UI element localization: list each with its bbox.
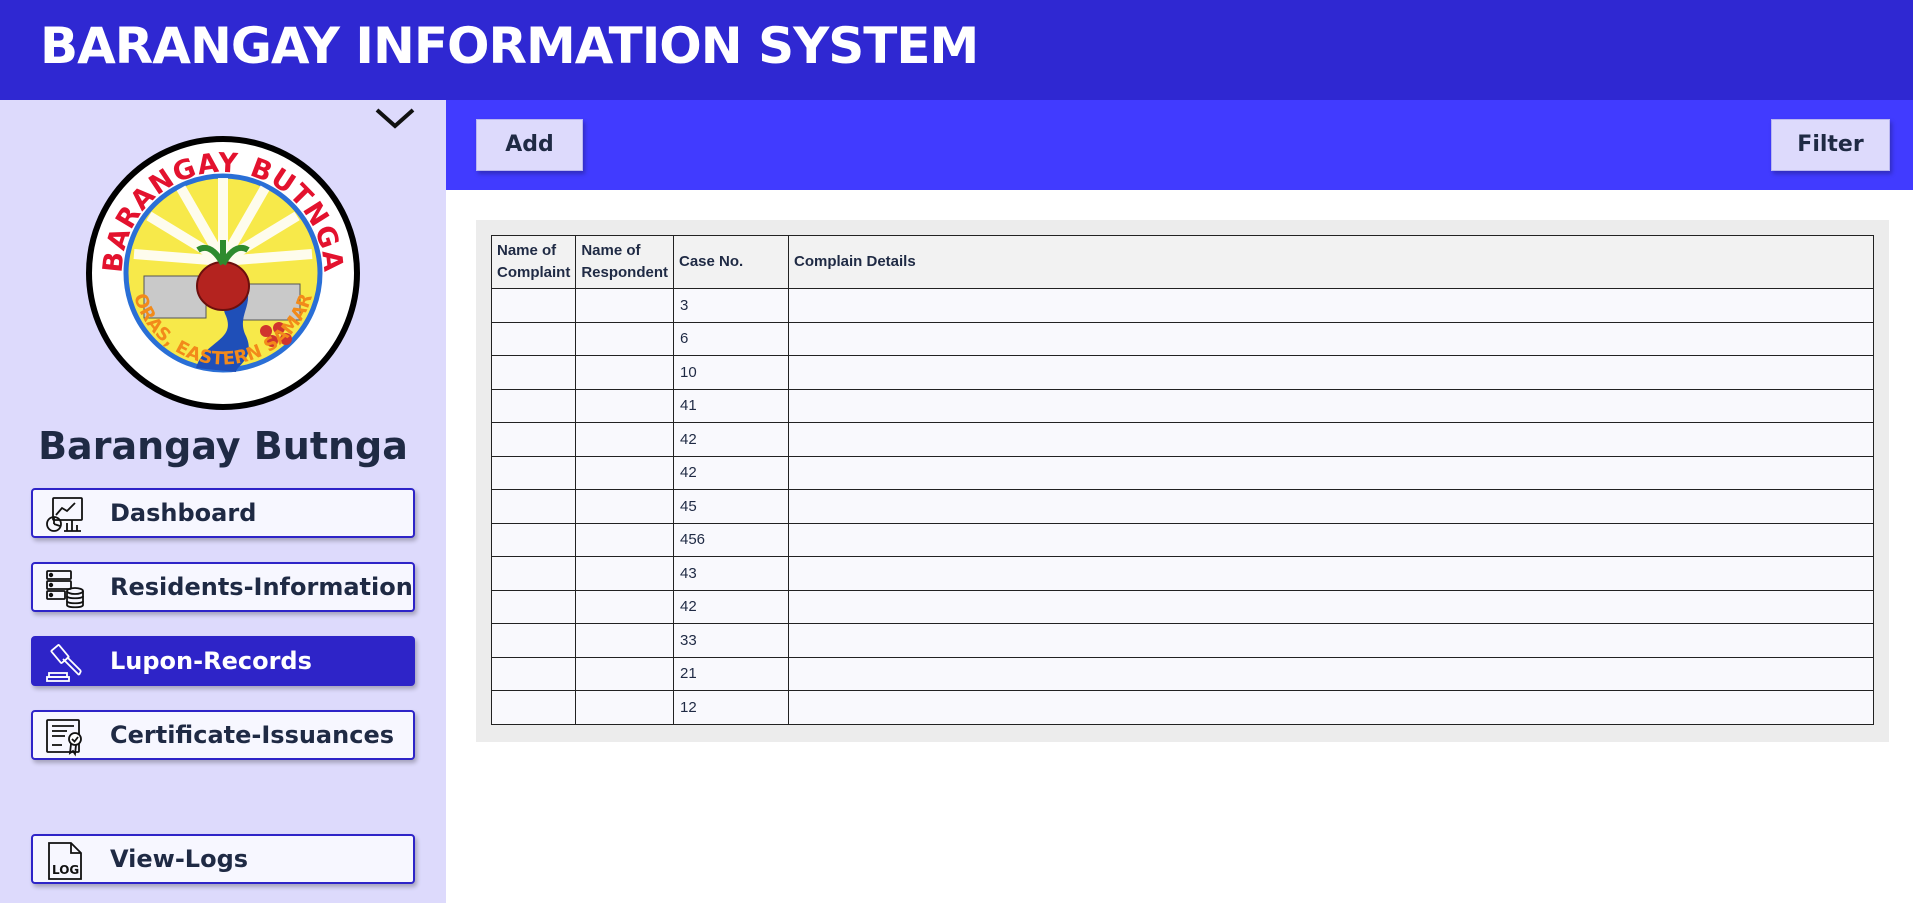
cell-complain-details <box>787 422 1875 457</box>
cell-name-of-respondent <box>575 690 674 725</box>
nav-lupon-records[interactable]: Lupon-Records <box>31 636 415 686</box>
nav-label: View-Logs <box>110 845 249 873</box>
cell-name-of-complaint <box>490 522 577 557</box>
cell-name-of-respondent <box>575 288 674 323</box>
cell-case-no: 33 <box>672 623 789 658</box>
cell-name-of-respondent <box>575 489 674 524</box>
toolbar: Add Filter <box>446 100 1913 190</box>
table-row[interactable]: 42 <box>490 422 1875 457</box>
column-header-name-of-complaint[interactable]: Name of Complaint <box>490 235 577 289</box>
table-row[interactable]: 21 <box>490 656 1875 691</box>
cell-complain-details <box>787 589 1875 624</box>
table-row[interactable]: 12 <box>490 690 1875 725</box>
table-row[interactable]: 42 <box>490 589 1875 624</box>
barangay-name: Barangay Butnga <box>38 424 408 468</box>
cell-case-no: 41 <box>672 388 789 423</box>
add-button[interactable]: Add <box>476 119 583 171</box>
cell-name-of-respondent <box>575 556 674 591</box>
cell-name-of-respondent <box>575 422 674 457</box>
cell-name-of-complaint <box>490 355 577 390</box>
table-header-row: Name of Complaint Name of Respondent Cas… <box>490 235 1875 289</box>
barangay-logo: BARANGAY BUTNGA ORAS, EASTERN SAMAR <box>86 136 360 410</box>
svg-text:LOG: LOG <box>52 863 79 877</box>
table-row[interactable]: 33 <box>490 623 1875 658</box>
cell-complain-details <box>787 556 1875 591</box>
cell-case-no: 43 <box>672 556 789 591</box>
cell-name-of-complaint <box>490 288 577 323</box>
column-header-name-of-respondent[interactable]: Name of Respondent <box>575 235 674 289</box>
cell-complain-details <box>787 455 1875 490</box>
app-title: BARANGAY INFORMATION SYSTEM <box>40 17 979 75</box>
nav-label: Certificate-Issuances <box>110 721 395 749</box>
cell-name-of-complaint <box>490 455 577 490</box>
chevron-down-icon[interactable] <box>374 104 416 132</box>
cell-name-of-complaint <box>490 556 577 591</box>
cell-case-no: 42 <box>672 455 789 490</box>
cell-name-of-respondent <box>575 623 674 658</box>
column-header-case-no[interactable]: Case No. <box>672 235 789 289</box>
cell-complain-details <box>787 522 1875 557</box>
cell-case-no: 6 <box>672 321 789 356</box>
cell-name-of-respondent <box>575 589 674 624</box>
cell-name-of-respondent <box>575 388 674 423</box>
cell-name-of-complaint <box>490 623 577 658</box>
cell-name-of-respondent <box>575 321 674 356</box>
cell-complain-details <box>787 623 1875 658</box>
cell-name-of-complaint <box>490 489 577 524</box>
nav-label: Dashboard <box>110 499 257 527</box>
cell-case-no: 3 <box>672 288 789 323</box>
gavel-icon <box>45 643 85 683</box>
cell-name-of-respondent <box>575 355 674 390</box>
table-row[interactable]: 10 <box>490 355 1875 390</box>
table-row[interactable]: 42 <box>490 455 1875 490</box>
filter-button[interactable]: Filter <box>1771 119 1890 171</box>
cell-case-no: 42 <box>672 589 789 624</box>
table-row[interactable]: 45 <box>490 489 1875 524</box>
cell-name-of-complaint <box>490 422 577 457</box>
database-icon <box>45 569 85 609</box>
cell-complain-details <box>787 656 1875 691</box>
nav-dashboard[interactable]: Dashboard <box>31 488 415 538</box>
log-file-icon: LOG <box>45 841 85 881</box>
cell-case-no: 456 <box>672 522 789 557</box>
table-row[interactable]: 6 <box>490 321 1875 356</box>
cell-name-of-complaint <box>490 388 577 423</box>
cell-name-of-complaint <box>490 690 577 725</box>
column-header-complain-details[interactable]: Complain Details <box>787 235 1875 289</box>
table-row[interactable]: 41 <box>490 388 1875 423</box>
cell-name-of-respondent <box>575 656 674 691</box>
nav-label: Lupon-Records <box>110 647 312 675</box>
cell-case-no: 45 <box>672 489 789 524</box>
cell-complain-details <box>787 690 1875 725</box>
cell-case-no: 42 <box>672 422 789 457</box>
cell-name-of-complaint <box>490 321 577 356</box>
nav-label: Residents-Information <box>110 573 413 601</box>
cell-complain-details <box>787 321 1875 356</box>
cell-name-of-respondent <box>575 455 674 490</box>
cell-case-no: 12 <box>672 690 789 725</box>
lupon-records-table: Name of Complaint Name of Respondent Cas… <box>490 235 1875 725</box>
nav-residents-information[interactable]: Residents-Information <box>31 562 415 612</box>
nav-view-logs[interactable]: LOG View-Logs <box>31 834 415 884</box>
dashboard-icon <box>45 495 85 535</box>
nav-certificate-issuances[interactable]: Certificate-Issuances <box>31 710 415 760</box>
cell-name-of-respondent <box>575 522 674 557</box>
table-row[interactable]: 43 <box>490 556 1875 591</box>
cell-complain-details <box>787 288 1875 323</box>
cell-complain-details <box>787 489 1875 524</box>
records-table-panel: Name of Complaint Name of Respondent Cas… <box>476 220 1889 742</box>
cell-complain-details <box>787 388 1875 423</box>
cell-complain-details <box>787 355 1875 390</box>
cell-name-of-complaint <box>490 656 577 691</box>
certificate-icon <box>45 717 85 757</box>
table-row[interactable]: 3 <box>490 288 1875 323</box>
cell-case-no: 10 <box>672 355 789 390</box>
cell-name-of-complaint <box>490 589 577 624</box>
app-header: BARANGAY INFORMATION SYSTEM <box>0 0 1913 100</box>
table-row[interactable]: 456 <box>490 522 1875 557</box>
cell-case-no: 21 <box>672 656 789 691</box>
